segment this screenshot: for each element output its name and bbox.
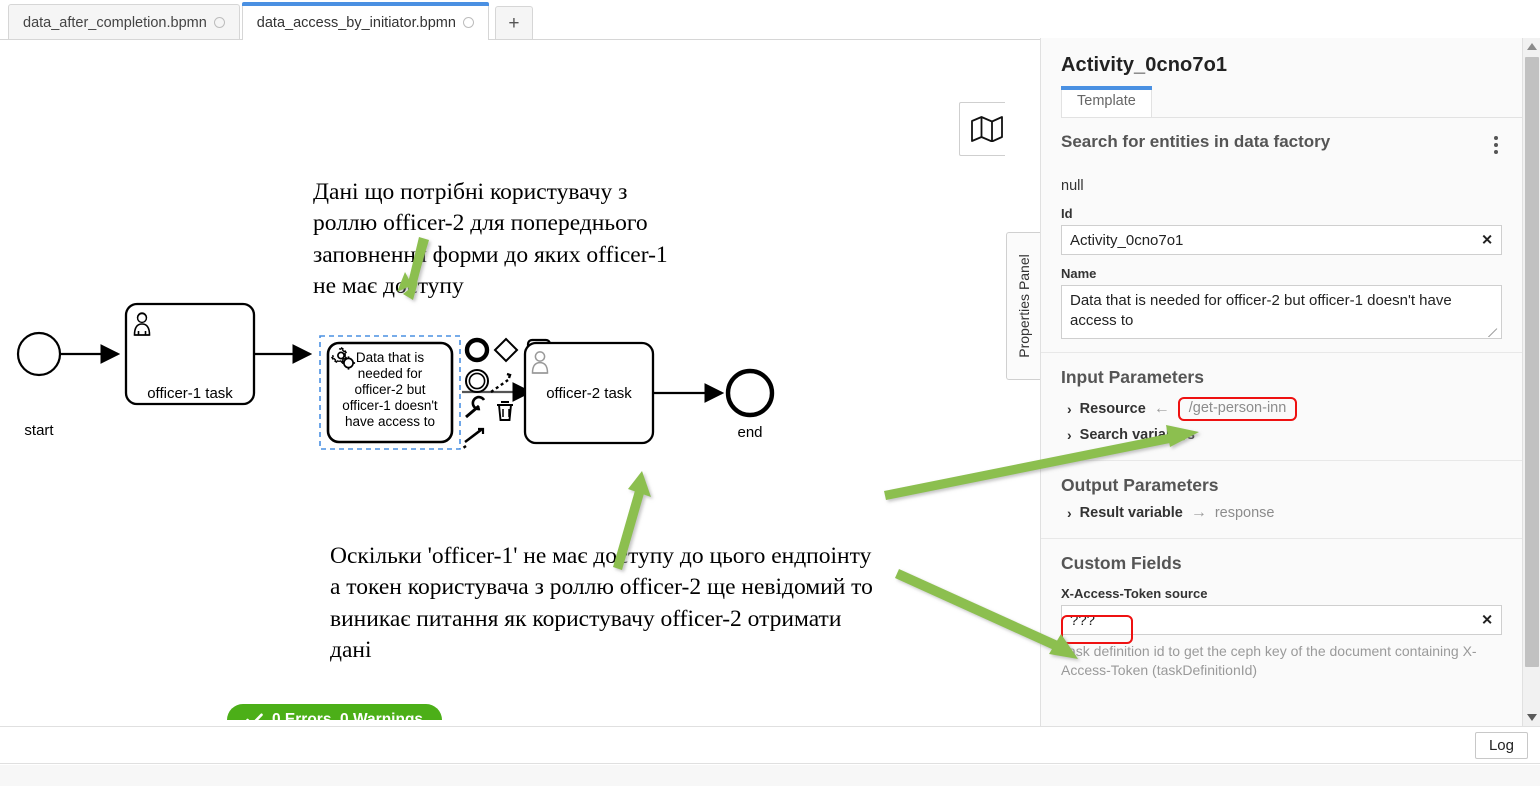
token-source-value: ??? [1070, 612, 1095, 629]
scroll-up-button[interactable] [1523, 38, 1540, 55]
bpmn-end-label: end [720, 424, 780, 441]
panel-scrollbar[interactable] [1522, 38, 1540, 726]
triangle-up-icon [1527, 43, 1537, 50]
kebab-menu-icon[interactable] [1490, 132, 1502, 158]
bpmn-task1-label: officer-1 task [126, 385, 254, 402]
bpmn-canvas[interactable]: Дані що потрібні користувачу з роллю off… [0, 40, 1005, 720]
param-value-result-variable: response [1215, 505, 1275, 521]
input-parameters-section: Input Parameters › Resource ← /get-perso… [1041, 353, 1522, 461]
param-name-resource: Resource [1080, 401, 1146, 417]
context-pad-connect-icon [491, 380, 508, 392]
context-pad-wrench-icon [466, 397, 484, 417]
id-field-value: Activity_0cno7o1 [1070, 232, 1183, 249]
param-value-resource: /get-person-inn [1178, 397, 1298, 421]
triangle-down-icon [1527, 714, 1537, 721]
scrollbar-thumb[interactable] [1525, 57, 1539, 667]
check-icon [246, 713, 263, 720]
chevron-right-icon[interactable]: › [1067, 427, 1072, 443]
editor-tab-bar: data_after_completion.bpmn data_access_b… [0, 0, 1540, 40]
param-row-result-variable[interactable]: › Result variable → response [1061, 505, 1502, 521]
tab-template[interactable]: Template [1061, 88, 1152, 117]
scroll-down-button[interactable] [1523, 709, 1540, 726]
output-parameters-title: Output Parameters [1061, 475, 1502, 496]
context-pad-gateway-icon [495, 339, 517, 361]
plus-icon: + [508, 13, 519, 35]
properties-panel-toggle[interactable]: Properties Panel [1006, 232, 1040, 380]
status-label: 0 Errors, 0 Warnings [272, 711, 423, 720]
status-badge[interactable]: 0 Errors, 0 Warnings [227, 704, 442, 720]
custom-fields-title: Custom Fields [1061, 553, 1502, 574]
bpmn-end-event [728, 371, 772, 415]
template-section-heading: Search for entities in data factory [1061, 132, 1330, 152]
properties-panel: Activity_0cno7o1 Template Search for ent… [1040, 38, 1522, 726]
custom-fields-section: Custom Fields X-Access-Token source ??? … [1041, 539, 1522, 692]
token-source-hint: Task definition id to get the ceph key o… [1061, 642, 1502, 679]
log-button-label: Log [1489, 737, 1514, 754]
close-icon[interactable]: ✕ [1481, 612, 1493, 629]
panel-tab-list: Template [1061, 88, 1522, 118]
tab-data-access-by-initiator[interactable]: data_access_by_initiator.bpmn [242, 4, 489, 40]
template-null-text: null [1061, 178, 1502, 194]
context-pad-expand-icon [463, 429, 483, 448]
context-pad-end-event-icon [467, 340, 487, 360]
tab-data-after-completion[interactable]: data_after_completion.bpmn [8, 4, 240, 40]
param-row-resource[interactable]: › Resource ← /get-person-inn [1061, 397, 1502, 421]
id-field[interactable]: Activity_0cno7o1 ✕ [1061, 225, 1502, 255]
bottom-bar: Log [0, 726, 1540, 764]
bpmn-start-label: start [9, 422, 69, 439]
chevron-right-icon[interactable]: › [1067, 505, 1072, 521]
output-parameters-section: Output Parameters › Result variable → re… [1041, 461, 1522, 539]
name-field-label: Name [1061, 266, 1502, 281]
bpmn-start-event [18, 333, 60, 375]
tab-template-label: Template [1077, 93, 1136, 109]
name-field[interactable]: Data that is needed for officer-2 but of… [1061, 285, 1502, 339]
chevron-right-icon[interactable]: › [1067, 401, 1072, 417]
name-field-value: Data that is needed for officer-2 but of… [1070, 292, 1452, 329]
input-parameters-title: Input Parameters [1061, 367, 1502, 388]
log-button[interactable]: Log [1475, 732, 1528, 759]
bpmn-task2-label: Data that is needed for officer-2 but of… [330, 350, 450, 430]
token-source-field[interactable]: ??? ✕ [1061, 605, 1502, 635]
arrow-right-icon: → [1191, 505, 1207, 521]
footer-strip [0, 765, 1540, 786]
param-row-search-variables[interactable]: › Search variables [1061, 427, 1502, 443]
template-section: Search for entities in data factory null… [1041, 118, 1522, 353]
tab-label: data_after_completion.bpmn [23, 15, 207, 31]
token-source-label: X-Access-Token source [1061, 586, 1502, 601]
arrow-left-icon: ← [1154, 401, 1170, 417]
properties-panel-tab-label: Properties Panel [1016, 254, 1032, 358]
new-tab-button[interactable]: + [495, 6, 533, 40]
tab-close-dot-icon[interactable] [463, 17, 474, 28]
panel-title: Activity_0cno7o1 [1041, 38, 1522, 77]
param-name-result-variable: Result variable [1080, 505, 1183, 521]
context-pad-trash-icon [497, 402, 513, 420]
tab-close-dot-icon[interactable] [214, 17, 225, 28]
param-name-search-variables: Search variables [1080, 427, 1195, 443]
tab-label: data_access_by_initiator.bpmn [257, 15, 456, 31]
bpmn-shape-layer [0, 40, 1005, 720]
id-field-label: Id [1061, 206, 1502, 221]
bpmn-task3-label: officer-2 task [525, 385, 653, 402]
close-icon[interactable]: ✕ [1481, 232, 1493, 249]
resize-handle[interactable] [1488, 325, 1500, 337]
